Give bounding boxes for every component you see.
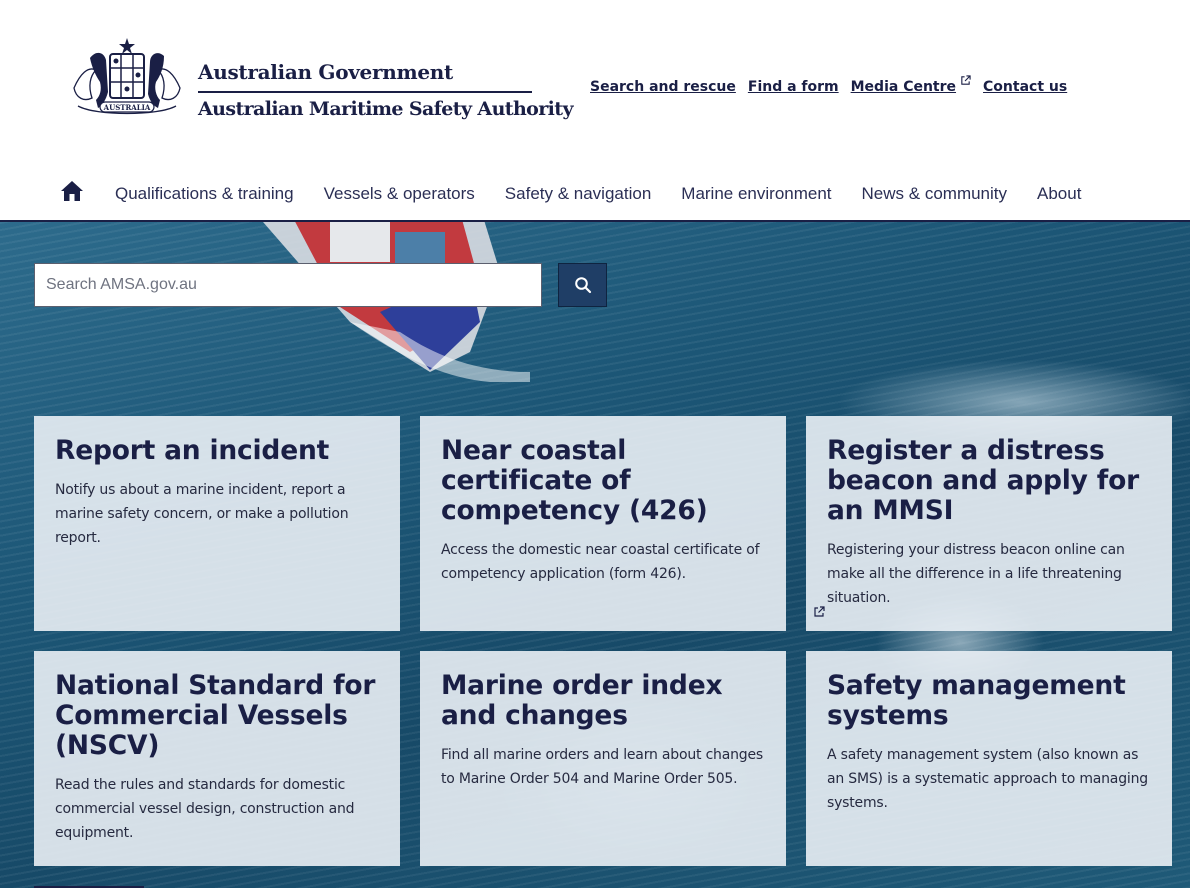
card-safety-management-systems[interactable]: Safety management systems A safety manag… xyxy=(806,651,1172,866)
search-and-rescue-label: Search and rescue xyxy=(590,79,736,95)
hero-banner: Report an incident Notify us about a mar… xyxy=(0,222,1190,888)
nav-menu: Qualifications & training Vessels & oper… xyxy=(115,184,1081,204)
svg-text:AUSTRALIA: AUSTRALIA xyxy=(103,103,151,112)
card-near-coastal-certificate[interactable]: Near coastal certificate of competency (… xyxy=(420,416,786,631)
agency-logo[interactable]: AUSTRALIA Australian Government Australi… xyxy=(66,36,573,128)
card-description: Access the domestic near coastal certifi… xyxy=(441,542,760,582)
nav-item-vessels-operators[interactable]: Vessels & operators xyxy=(324,184,475,204)
card-title: National Standard for Commercial Vessels… xyxy=(55,670,376,761)
card-register-distress-beacon[interactable]: Register a distress beacon and apply for… xyxy=(806,416,1172,631)
government-name: Australian Government xyxy=(198,60,453,84)
media-centre-link[interactable]: Media Centre xyxy=(850,75,971,95)
site-header: AUSTRALIA Australian Government Australi… xyxy=(0,0,1190,150)
search-icon xyxy=(574,277,591,294)
card-description: A safety management system (also known a… xyxy=(827,747,1148,811)
nav-item-about[interactable]: About xyxy=(1037,184,1081,204)
media-centre-label: Media Centre xyxy=(850,79,957,95)
card-description: Registering your distress beacon online … xyxy=(827,542,1125,606)
card-description: Read the rules and standards for domesti… xyxy=(55,777,355,841)
card-marine-order-index[interactable]: Marine order index and changes Find all … xyxy=(420,651,786,866)
card-description: Notify us about a marine incident, repor… xyxy=(55,482,349,546)
card-title: Marine order index and changes xyxy=(441,670,723,731)
external-link-icon xyxy=(814,606,825,617)
card-title: Safety management systems xyxy=(827,670,1126,731)
card-description: Find all marine orders and learn about c… xyxy=(441,747,763,787)
card-nscv[interactable]: National Standard for Commercial Vessels… xyxy=(34,651,400,866)
agency-name: Australian Maritime Safety Authority xyxy=(198,98,573,120)
find-a-form-link[interactable]: Find a form xyxy=(748,79,839,95)
logo-divider xyxy=(198,91,532,93)
search-and-rescue-link[interactable]: Search and rescue xyxy=(590,79,736,95)
card-title: Report an incident xyxy=(55,435,330,466)
card-title: Near coastal certificate of competency (… xyxy=(441,435,708,526)
search-input[interactable] xyxy=(35,264,541,306)
utility-links: Search and rescue Find a form Media Cent… xyxy=(590,75,1067,95)
nav-item-safety-navigation[interactable]: Safety & navigation xyxy=(505,184,651,204)
coat-of-arms-icon: AUSTRALIA xyxy=(73,38,181,115)
nav-item-qualifications-training[interactable]: Qualifications & training xyxy=(115,184,294,204)
nav-item-news-community[interactable]: News & community xyxy=(862,184,1007,204)
contact-us-label: Contact us xyxy=(983,79,1068,95)
nav-item-marine-environment[interactable]: Marine environment xyxy=(681,184,831,204)
search-field xyxy=(34,263,542,307)
main-navigation: Qualifications & training Vessels & oper… xyxy=(0,168,1190,222)
card-report-incident[interactable]: Report an incident Notify us about a mar… xyxy=(34,416,400,631)
find-a-form-label: Find a form xyxy=(747,79,839,95)
home-icon[interactable] xyxy=(60,180,84,202)
card-title: Register a distress beacon and apply for… xyxy=(827,435,1139,526)
search-button[interactable] xyxy=(558,263,607,307)
external-link-icon xyxy=(961,75,971,85)
contact-us-link[interactable]: Contact us xyxy=(983,79,1067,95)
